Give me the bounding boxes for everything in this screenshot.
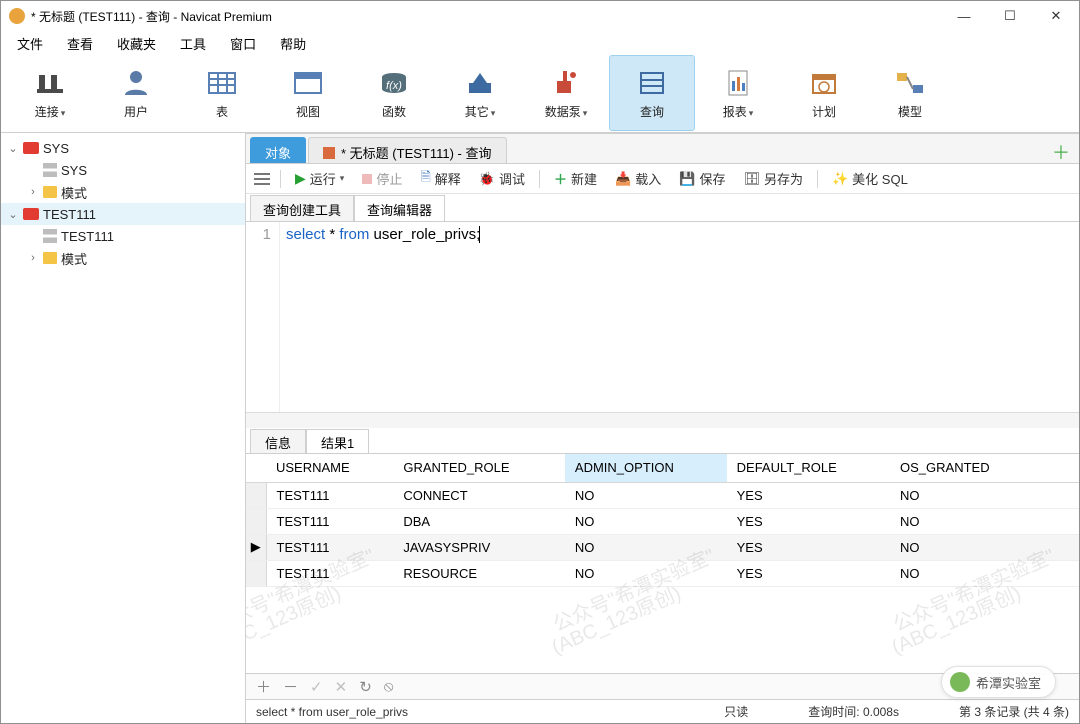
nav-del[interactable]: － xyxy=(283,676,298,697)
menu-help[interactable]: 帮助 xyxy=(268,32,318,55)
tab-add[interactable]: ＋ xyxy=(1049,139,1073,163)
window-title: * 无标题 (TEST111) - 查询 - Navicat Premium xyxy=(31,8,941,25)
editor-pane: 对象 * 无标题 (TEST111) - 查询 ＋ ▶运行▾ 停止 🗎解释 🐞调… xyxy=(246,133,1079,723)
col-os-granted[interactable]: OS_GRANTED xyxy=(890,454,1039,482)
connection-tree: ⌄SYS SYS ›模式 ⌄TEST111 TEST111 ›模式 xyxy=(1,133,246,723)
tb-user[interactable]: 用户 xyxy=(93,55,179,131)
nav-add[interactable]: ＋ xyxy=(256,676,271,697)
line-gutter: 1 xyxy=(246,222,280,412)
result-grid[interactable]: USERNAME GRANTED_ROLE ADMIN_OPTION DEFAU… xyxy=(246,454,1079,673)
maximize-button[interactable] xyxy=(987,1,1033,31)
result-tabs: 信息 结果1 xyxy=(246,428,1079,454)
query-subtabs: 查询创建工具 查询编辑器 xyxy=(246,194,1079,222)
query-icon xyxy=(323,147,335,159)
debug-button[interactable]: 🐞调试 xyxy=(475,167,529,190)
table-row[interactable]: ▶TEST111JAVASYSPRIVNOYESNO xyxy=(246,534,1079,560)
tb-datapump[interactable]: 数据泵 xyxy=(523,55,609,131)
col-username[interactable]: USERNAME xyxy=(266,454,393,482)
tb-other[interactable]: 其它 xyxy=(437,55,523,131)
watermark-badge: 希潭实验室 xyxy=(941,666,1056,698)
tree-node-sys-inner[interactable]: SYS xyxy=(1,159,245,181)
tb-connect[interactable]: 连接 xyxy=(7,55,93,131)
tab-query-untitled[interactable]: * 无标题 (TEST111) - 查询 xyxy=(308,137,506,163)
nav-stop[interactable]: ⦸ xyxy=(384,678,394,695)
menubar: 文件 查看 收藏夹 工具 窗口 帮助 xyxy=(1,31,1079,55)
svg-text:f(x): f(x) xyxy=(386,80,402,92)
tree-node-sys[interactable]: ⌄SYS xyxy=(1,137,245,159)
saveas-button[interactable]: 🗄另存为 xyxy=(739,167,807,190)
menu-window[interactable]: 窗口 xyxy=(218,32,268,55)
sql-editor[interactable]: 1 select * from user_role_privs; xyxy=(246,222,1079,412)
table-row[interactable]: TEST111RESOURCENOYESNO xyxy=(246,560,1079,586)
titlebar: * 无标题 (TEST111) - 查询 - Navicat Premium xyxy=(1,1,1079,31)
table-row[interactable]: TEST111CONNECTNOYESNO xyxy=(246,482,1079,508)
tab-objects[interactable]: 对象 xyxy=(250,137,306,163)
run-button[interactable]: ▶运行▾ xyxy=(291,167,348,190)
col-admin-option[interactable]: ADMIN_OPTION xyxy=(565,454,727,482)
tb-report[interactable]: 报表 xyxy=(695,55,781,131)
nav-cancel[interactable]: ✕ xyxy=(335,678,348,696)
nav-check[interactable]: ✓ xyxy=(310,678,323,696)
document-tabs: 对象 * 无标题 (TEST111) - 查询 ＋ xyxy=(246,134,1079,164)
restab-info[interactable]: 信息 xyxy=(250,429,306,453)
table-row[interactable]: TEST111DBANOYESNO xyxy=(246,508,1079,534)
menu-view[interactable]: 查看 xyxy=(55,32,105,55)
nav-refresh[interactable]: ↻ xyxy=(359,678,372,696)
oracle-icon xyxy=(23,142,39,154)
menu-icon[interactable] xyxy=(254,173,270,185)
minimize-button[interactable] xyxy=(941,1,987,31)
editor-scrollbar[interactable] xyxy=(246,412,1079,428)
table-icon xyxy=(43,229,57,243)
tb-function[interactable]: f(x)函数 xyxy=(351,55,437,131)
status-time: 查询时间: 0.008s xyxy=(808,703,899,720)
app-icon xyxy=(9,8,25,24)
subtab-builder[interactable]: 查询创建工具 xyxy=(250,195,354,221)
query-toolbar: ▶运行▾ 停止 🗎解释 🐞调试 ＋新建 📥载入 💾保存 🗄另存为 ✨美化 SQL xyxy=(246,164,1079,194)
menu-tools[interactable]: 工具 xyxy=(168,32,218,55)
close-button[interactable] xyxy=(1033,1,1079,31)
folder-icon xyxy=(43,186,57,198)
tree-node-sys-schema[interactable]: ›模式 xyxy=(1,181,245,203)
load-button[interactable]: 📥载入 xyxy=(611,167,665,190)
oracle-icon xyxy=(23,208,39,220)
status-record: 第 3 条记录 (共 4 条) xyxy=(959,703,1069,720)
tb-view[interactable]: 视图 xyxy=(265,55,351,131)
beautify-button[interactable]: ✨美化 SQL xyxy=(828,167,912,190)
table-icon xyxy=(43,163,57,177)
status-sql: select * from user_role_privs xyxy=(256,705,596,719)
subtab-editor[interactable]: 查询编辑器 xyxy=(354,195,445,221)
folder-icon xyxy=(43,252,57,264)
menu-favorites[interactable]: 收藏夹 xyxy=(105,32,168,55)
toolbar: 连接 用户 表 视图 f(x)函数 其它 数据泵 查询 报表 计划 模型 xyxy=(1,55,1079,133)
tree-node-test111[interactable]: ⌄TEST111 xyxy=(1,203,245,225)
tree-node-test111-schema[interactable]: ›模式 xyxy=(1,247,245,269)
tb-query[interactable]: 查询 xyxy=(609,55,695,131)
status-bar: select * from user_role_privs 只读 查询时间: 0… xyxy=(246,699,1079,723)
col-default-role[interactable]: DEFAULT_ROLE xyxy=(727,454,890,482)
restab-result1[interactable]: 结果1 xyxy=(306,429,369,453)
tb-table[interactable]: 表 xyxy=(179,55,265,131)
save-button[interactable]: 💾保存 xyxy=(675,167,729,190)
tb-schedule[interactable]: 计划 xyxy=(781,55,867,131)
menu-file[interactable]: 文件 xyxy=(5,32,55,55)
status-mode: 只读 xyxy=(724,703,748,720)
wechat-icon xyxy=(950,672,970,692)
explain-button[interactable]: 🗎解释 xyxy=(416,166,464,192)
tb-model[interactable]: 模型 xyxy=(867,55,953,131)
new-button[interactable]: ＋新建 xyxy=(550,167,601,190)
stop-button[interactable]: 停止 xyxy=(358,167,406,190)
col-granted-role[interactable]: GRANTED_ROLE xyxy=(393,454,565,482)
tree-node-test111-inner[interactable]: TEST111 xyxy=(1,225,245,247)
